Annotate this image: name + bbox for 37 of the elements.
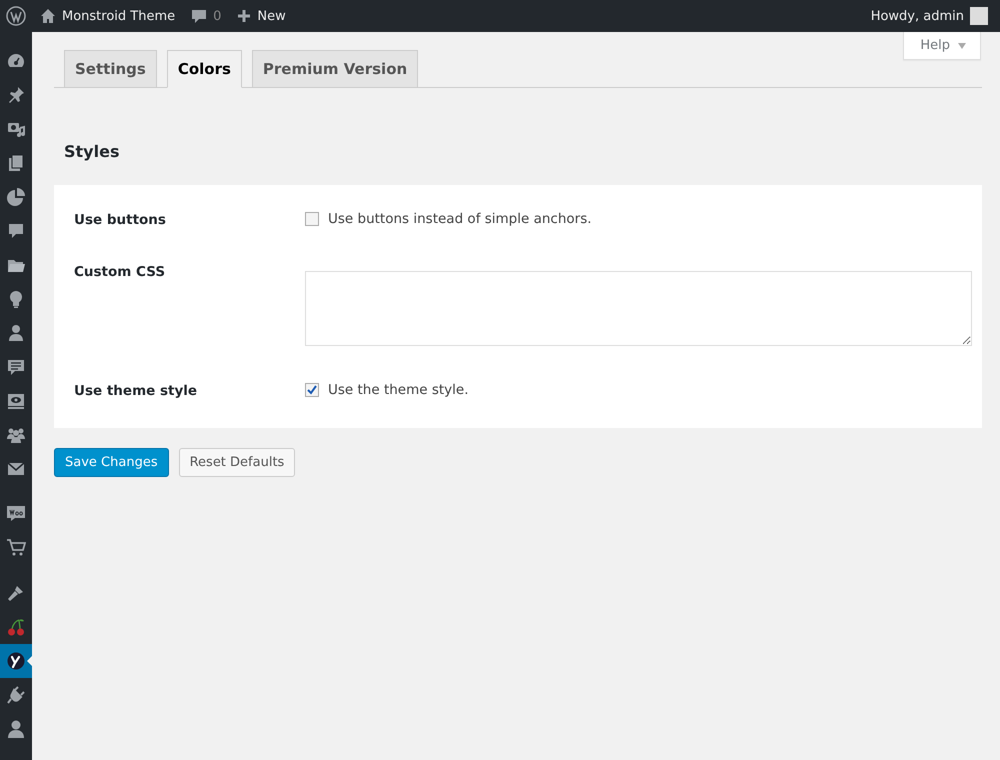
wordpress-logo-icon[interactable] xyxy=(6,6,26,26)
section-title: Styles xyxy=(64,142,120,161)
cherry-icon xyxy=(6,617,26,637)
speech-bubble-icon xyxy=(6,221,26,241)
reset-button[interactable]: Reset Defaults xyxy=(178,448,296,477)
checkbox-label: Use buttons instead of simple anchors. xyxy=(328,211,592,227)
y-logo-icon xyxy=(6,651,26,671)
field-label: Use theme style xyxy=(74,382,198,399)
site-name-link[interactable]: Monstroid Theme xyxy=(32,0,184,32)
cart-icon xyxy=(6,537,26,557)
plus-icon xyxy=(237,9,252,23)
caret-icon xyxy=(958,42,966,48)
avatar-icon xyxy=(970,7,988,25)
checkbox[interactable] xyxy=(305,383,319,397)
comments-link[interactable]: 0 xyxy=(183,0,230,32)
tab[interactable]: Settings xyxy=(64,50,157,88)
field-label: Use buttons xyxy=(74,211,167,228)
person-icon xyxy=(6,323,26,343)
speech-bubble-icon xyxy=(191,8,208,24)
new-link[interactable]: New xyxy=(229,0,294,32)
plug-icon xyxy=(6,685,26,705)
tab[interactable]: Colors xyxy=(166,50,242,88)
woo-bubble-icon xyxy=(6,503,26,523)
user-icon xyxy=(6,719,26,739)
tab[interactable]: Premium Version xyxy=(252,50,418,88)
save-button[interactable]: Save Changes xyxy=(54,448,169,477)
help-tab[interactable]: Help xyxy=(903,32,981,60)
checkbox[interactable] xyxy=(305,212,319,226)
home-icon xyxy=(40,8,56,24)
eye-screen-icon xyxy=(6,391,26,411)
menu-item[interactable] xyxy=(0,644,32,678)
field-label: Custom CSS xyxy=(74,263,166,280)
message-icon xyxy=(6,357,26,377)
account-menu[interactable]: Howdy, admin xyxy=(862,0,996,32)
checkbox-label: Use the theme style. xyxy=(328,382,469,398)
brush-icon xyxy=(6,583,26,603)
pie-chart-icon xyxy=(6,187,26,207)
